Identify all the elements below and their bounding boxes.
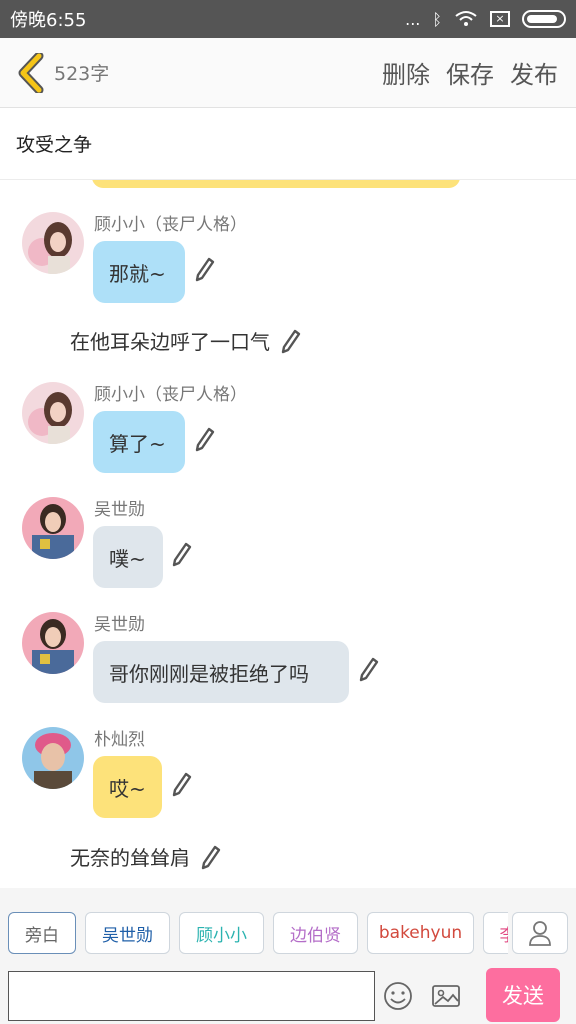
- message-item[interactable]: 吴世勋 噗~: [0, 491, 576, 591]
- avatar: [22, 497, 84, 559]
- save-button[interactable]: 保存: [446, 55, 494, 90]
- speaker-name: 吴世勋: [94, 500, 145, 520]
- avatar: [22, 382, 84, 444]
- narration-item[interactable]: 在他耳朵边呼了一口气: [70, 326, 302, 355]
- chevron-left-icon: [18, 52, 44, 93]
- edit-pencil-icon[interactable]: [194, 256, 216, 282]
- bluetooth-icon: ᛒ: [432, 9, 442, 29]
- battery-icon: [522, 10, 566, 28]
- send-button[interactable]: 发送: [486, 968, 560, 1022]
- character-chip[interactable]: 顾小小: [179, 912, 264, 954]
- input-bar: 发送: [0, 962, 576, 1024]
- publish-button[interactable]: 发布: [510, 55, 558, 90]
- character-chip-narrator[interactable]: 旁白: [8, 912, 76, 954]
- wifi-icon: [455, 11, 477, 26]
- message-bubble[interactable]: 算了~: [93, 411, 185, 473]
- message-item[interactable]: 顾小小（丧尸人格） 那就~: [0, 206, 576, 306]
- message-text: 那就~: [109, 261, 166, 286]
- signal-dots-icon: ...: [405, 9, 421, 29]
- message-item[interactable]: 顾小小（丧尸人格） 算了~: [0, 376, 576, 476]
- emoji-icon[interactable]: [382, 980, 414, 1012]
- status-icons: ... ᛒ ×: [405, 10, 566, 29]
- edit-pencil-icon[interactable]: [171, 771, 193, 797]
- status-time: 傍晚6:55: [10, 10, 87, 31]
- message-text: 哎~: [109, 776, 146, 801]
- edit-pencil-icon[interactable]: [171, 541, 193, 567]
- person-icon: [529, 921, 551, 946]
- character-chip[interactable]: 边伯贤: [273, 912, 358, 954]
- character-chip[interactable]: 吴世勋: [85, 912, 170, 954]
- message-text: 算了~: [109, 431, 166, 456]
- message-item[interactable]: 吴世勋 哥你刚刚是被拒绝了吗: [0, 606, 576, 706]
- message-text: 哥你刚刚是被拒绝了吗: [109, 661, 309, 686]
- back-button[interactable]: [8, 38, 52, 108]
- character-chip[interactable]: 李: [483, 912, 508, 954]
- avatar: [22, 212, 84, 274]
- header-actions: 删除 保存 发布: [382, 55, 558, 90]
- word-count: 523字: [54, 63, 110, 85]
- edit-pencil-icon[interactable]: [200, 844, 222, 870]
- message-text: 噗~: [109, 546, 146, 571]
- message-bubble[interactable]: 哎~: [93, 756, 162, 818]
- message-bubble[interactable]: 哥你刚刚是被拒绝了吗: [93, 641, 349, 703]
- speaker-name: 吴世勋: [94, 615, 145, 635]
- story-title[interactable]: 攻受之争: [0, 108, 576, 180]
- narration-text: 无奈的耸耸肩: [70, 846, 190, 870]
- delete-button[interactable]: 删除: [382, 55, 430, 90]
- edit-pencil-icon[interactable]: [358, 656, 380, 682]
- edit-pencil-icon[interactable]: [280, 328, 302, 354]
- message-input[interactable]: [8, 971, 375, 1021]
- character-chip[interactable]: bakehyun: [367, 912, 474, 954]
- message-bubble[interactable]: 那就~: [93, 241, 185, 303]
- speaker-name: 顾小小（丧尸人格）: [94, 215, 247, 235]
- message-bubble[interactable]: 噗~: [93, 526, 163, 588]
- editor-header: 523字 删除 保存 发布: [0, 38, 576, 108]
- no-sim-icon: ×: [490, 11, 510, 27]
- message-item[interactable]: 朴灿烈 哎~: [0, 721, 576, 821]
- avatar: [22, 727, 84, 789]
- narration-item[interactable]: 无奈的耸耸肩: [70, 842, 222, 871]
- speaker-name: 朴灿烈: [94, 730, 145, 750]
- character-chip-list[interactable]: 旁白 吴世勋 顾小小 边伯贤 bakehyun 李: [8, 912, 508, 956]
- speaker-name: 顾小小（丧尸人格）: [94, 385, 247, 405]
- image-icon[interactable]: [430, 980, 462, 1012]
- edit-pencil-icon[interactable]: [194, 426, 216, 452]
- story-content[interactable]: 顾小小（丧尸人格） 那就~ 在他耳朵边呼了一口气 顾小小（丧尸人格） 算了~ 吴…: [0, 180, 576, 888]
- narration-text: 在他耳朵边呼了一口气: [70, 330, 270, 354]
- add-character-button[interactable]: [512, 912, 568, 954]
- status-bar: 傍晚6:55 ... ᛒ ×: [0, 0, 576, 38]
- avatar: [22, 612, 84, 674]
- partial-bubble: [92, 180, 460, 188]
